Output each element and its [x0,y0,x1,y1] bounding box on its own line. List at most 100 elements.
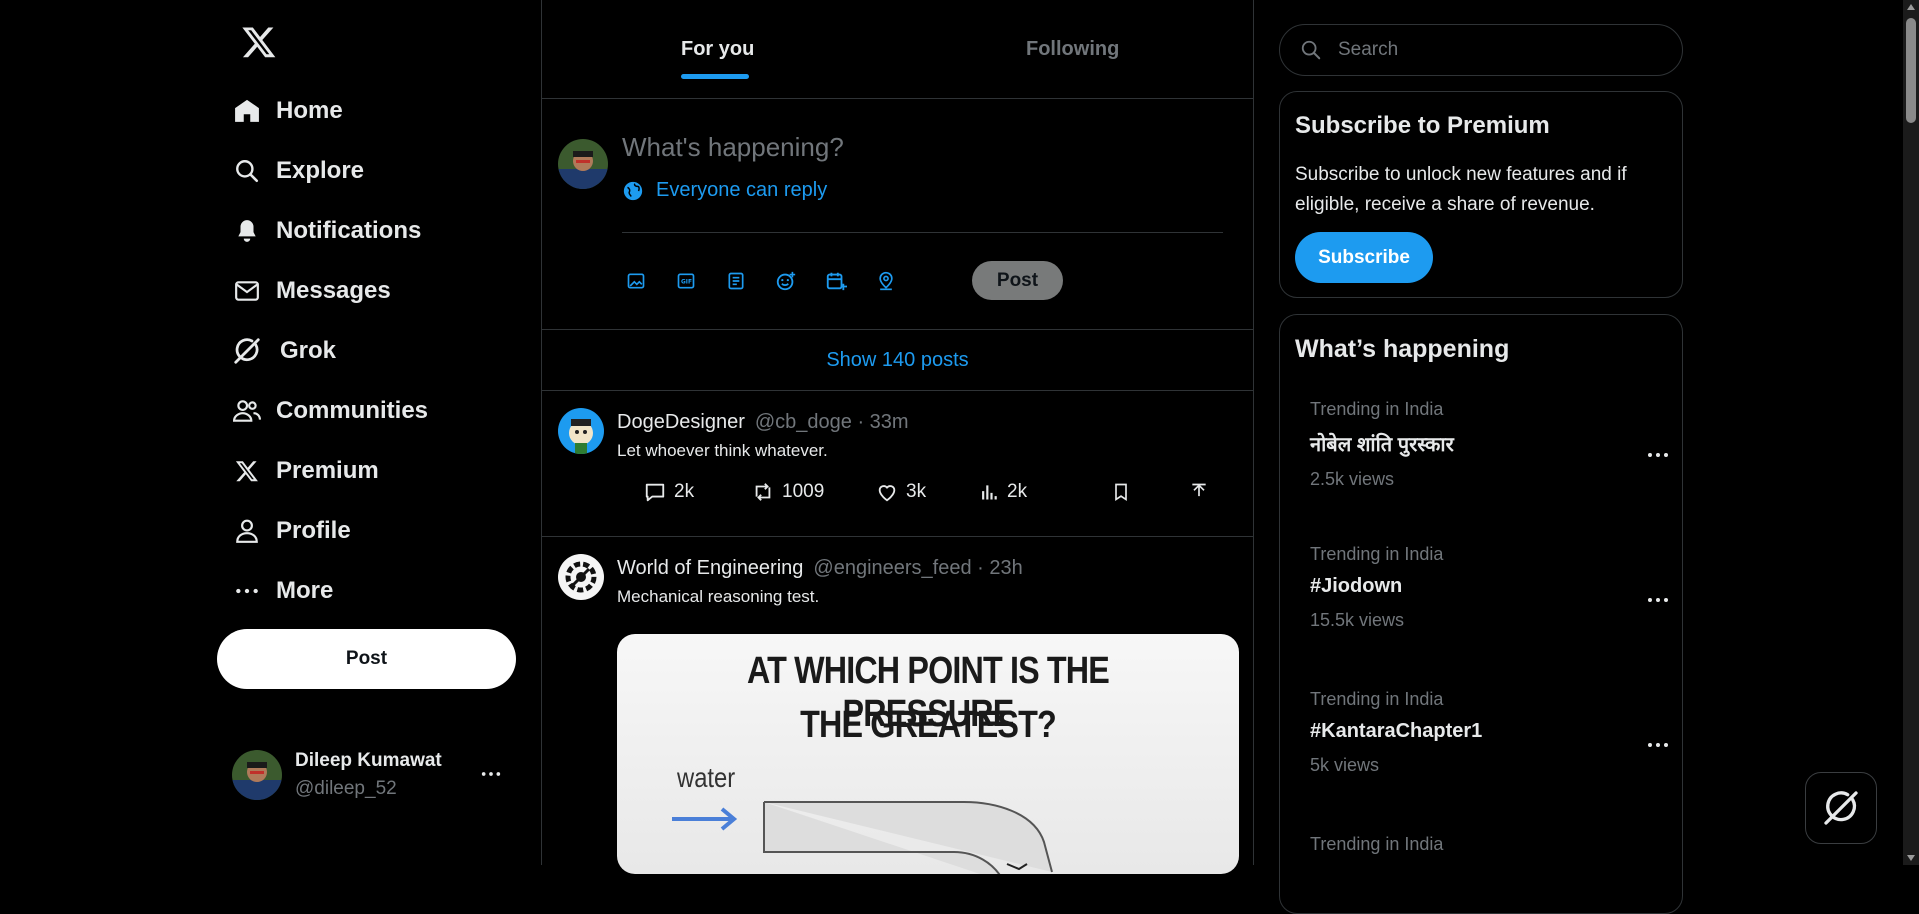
nav-label: More [276,577,334,604]
repost-icon [752,481,782,503]
show-new-posts[interactable]: Show 140 posts [542,330,1253,391]
bookmark-icon[interactable] [1111,481,1139,503]
post-author-name[interactable]: World of Engineering [617,557,803,579]
pipe-diagram-icon [672,801,1053,874]
poll-icon[interactable] [721,266,751,296]
x-logo-icon[interactable] [240,24,282,66]
home-icon [232,96,262,126]
like-button[interactable]: 3k [876,481,926,503]
trend-item[interactable]: Trending in India नोबेल शांति पुरस्कार 2… [1310,399,1670,490]
trend-views: 5k views [1310,755,1380,775]
account-name: Dileep Kumawat [295,750,442,771]
emoji-icon[interactable] [771,266,801,296]
search-icon [1300,39,1338,61]
reply-button[interactable]: 2k [644,481,694,503]
avatar[interactable] [558,139,608,189]
grok-icon [232,336,262,366]
account-handle: @dileep_52 [295,778,397,799]
nav-label: Grok [280,337,337,364]
more-dots-icon[interactable] [480,763,502,785]
image-icon[interactable] [621,266,651,296]
post-button[interactable]: Post [217,629,516,689]
premium-card: Subscribe to Premium Subscribe to unlock… [1279,91,1683,298]
premium-description: Subscribe to unlock new features and if … [1295,164,1627,215]
account-switcher[interactable]: Dileep Kumawat @dileep_52 [232,747,502,803]
subscribe-button[interactable]: Subscribe [1295,232,1433,283]
x-logo-icon [232,456,262,486]
views-icon [979,482,1007,502]
right-sidebar: Search Subscribe to Premium Subscribe to… [1254,0,1919,914]
nav-label: Communities [276,397,429,424]
nav-label: Messages [276,277,391,304]
trend-name: #KantaraChapter1 [1310,720,1483,742]
nav-label: Premium [276,457,379,484]
svg-text:GIF: GIF [681,280,692,286]
post-author-handle[interactable]: @cb_doge · 33m [755,411,909,433]
nav-explore[interactable]: Explore [232,148,364,194]
scroll-down-arrow-icon[interactable] [1907,855,1915,861]
tab-for-you[interactable]: For you [681,38,754,61]
nav-home[interactable]: Home [232,88,343,134]
post-author-handle[interactable]: @engineers_feed · 23h [813,557,1022,579]
search-icon [232,156,262,186]
nav-label: Explore [276,157,365,184]
scroll-up-arrow-icon[interactable] [1907,4,1915,10]
compose-post-button[interactable]: Post [972,261,1063,300]
premium-title: Subscribe to Premium [1295,112,1550,139]
avatar[interactable] [558,408,604,454]
nav-grok[interactable]: Grok [232,328,336,374]
nav-profile[interactable]: Profile [232,508,351,554]
schedule-icon[interactable] [821,266,851,296]
nav-more[interactable]: More [232,568,333,614]
location-icon[interactable] [871,266,901,296]
compose-input[interactable]: What's happening? [622,132,844,163]
avatar[interactable] [558,554,604,600]
more-dots-icon [232,576,262,606]
reply-setting[interactable]: Everyone can reply [622,179,827,202]
active-tab-indicator [681,74,749,79]
tab-following[interactable]: Following [1026,38,1119,61]
post-media-image[interactable]: AT WHICH POINT IS THE PRESSURE THE GREAT… [617,634,1239,874]
views-button[interactable]: 2k [979,481,1027,503]
heart-icon [876,481,906,503]
search-input[interactable]: Search [1279,24,1683,76]
section-title: What’s happening [1295,335,1510,363]
mail-icon [232,276,262,306]
more-dots-icon[interactable] [1646,443,1670,467]
more-dots-icon[interactable] [1646,588,1670,612]
trend-name: #Jiodown [1310,575,1403,597]
post-text: Let whoever think whatever. [617,441,828,460]
reply-icon [644,481,674,503]
trend-context: Trending in India [1310,399,1444,419]
grok-floating-button[interactable] [1805,772,1877,844]
more-dots-icon[interactable] [1646,733,1670,757]
page-scrollbar[interactable] [1903,0,1919,865]
timeline-tabs: For you Following [542,0,1253,99]
nav-premium[interactable]: Premium [232,448,379,494]
trend-item[interactable]: Trending in India [1310,834,1670,855]
trend-views: 15.5k views [1310,610,1405,630]
grok-icon [1821,788,1861,828]
nav-label: Notifications [276,217,422,244]
views-count: 2k [1007,481,1028,502]
nav-communities[interactable]: Communities [232,388,428,434]
people-icon [232,396,262,426]
trend-item[interactable]: Trending in India #KantaraChapter1 5k vi… [1310,689,1670,776]
post-item[interactable]: DogeDesigner @cb_doge · 33m Let whoever t… [542,391,1253,537]
trend-views: 2.5k views [1310,469,1395,489]
nav-notifications[interactable]: Notifications [232,208,421,254]
avatar [232,750,282,800]
reply-setting-label: Everyone can reply [656,179,828,201]
share-icon[interactable] [1189,481,1217,503]
post-text: Mechanical reasoning test. [617,587,820,606]
person-icon [232,516,262,546]
gif-icon[interactable]: GIF [671,266,701,296]
image-label: water [677,762,736,793]
nav-label: Profile [276,517,351,544]
nav-messages[interactable]: Messages [232,268,391,314]
trend-item[interactable]: Trending in India #Jiodown 15.5k views [1310,544,1670,631]
reply-count: 2k [674,481,695,502]
post-author-name[interactable]: DogeDesigner [617,411,745,433]
scrollbar-thumb[interactable] [1906,18,1916,123]
repost-button[interactable]: 1009 [752,481,824,503]
